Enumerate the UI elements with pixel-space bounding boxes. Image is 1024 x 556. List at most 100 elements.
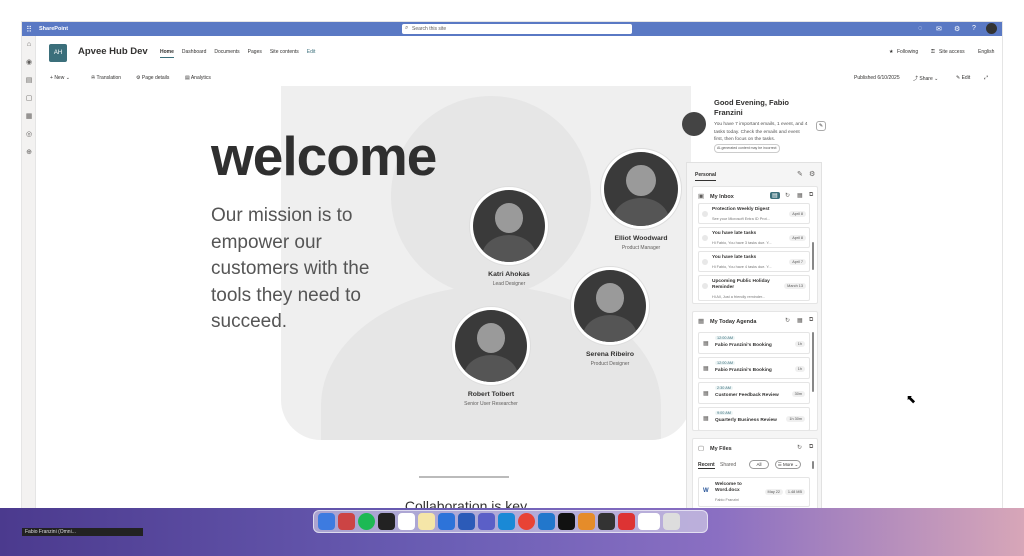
calculator-icon[interactable] (598, 513, 615, 530)
app-name[interactable]: SharePoint (39, 26, 68, 32)
item-snippet: See your Microsoft Entra ID Prot... (712, 217, 770, 221)
edge-icon[interactable] (498, 513, 515, 530)
settings-icon[interactable]: ⚙ (809, 170, 815, 178)
person-photo (574, 270, 646, 342)
outlook-icon[interactable]: ▤ (770, 192, 780, 199)
outlook-icon[interactable] (458, 513, 475, 530)
trash-icon[interactable] (663, 513, 680, 530)
open-external-icon[interactable]: ⧉ (809, 444, 813, 451)
list-item[interactable]: Protection Weekly Digest See your Microso… (698, 203, 810, 224)
nav-pages[interactable]: Pages (248, 49, 262, 58)
greeting-title: Good Evening, Fabio Franzini (714, 98, 789, 117)
share-button[interactable]: ⤴ Share ⌄ (913, 75, 938, 82)
translation-button[interactable]: ✇ Translation (91, 75, 121, 81)
site-logo[interactable]: AH (49, 44, 67, 62)
lists-icon[interactable]: ▦ (22, 108, 36, 126)
files-icon[interactable]: ▢ (22, 90, 36, 108)
nav-home[interactable]: Home (160, 49, 174, 58)
search-box[interactable]: ⌕ Search this site (402, 24, 632, 34)
team-member-card[interactable]: Robert Tolbert Senior User Researcher (431, 306, 551, 407)
scrollbar[interactable] (812, 242, 814, 270)
teams-icon[interactable] (478, 513, 495, 530)
filter-all[interactable]: All (749, 460, 769, 469)
language-selector[interactable]: English (978, 49, 994, 55)
list-item[interactable]: Upcoming Public Holiday Reminder Hi All, … (698, 275, 810, 301)
tab-personal[interactable]: Personal (695, 172, 717, 181)
file-item[interactable]: W Welcome to Word.docx Fabio Franzini Ma… (698, 477, 810, 507)
apps-icon[interactable]: ◎ (22, 126, 36, 144)
refresh-icon[interactable]: ↻ (785, 317, 790, 324)
open-external-icon[interactable]: ⧉ (809, 192, 813, 199)
photo-app-icon[interactable] (618, 513, 635, 530)
team-member-card[interactable]: Katri Ahokas Lead Designer (465, 186, 553, 287)
nav-documents[interactable]: Documents (214, 49, 239, 58)
greeting-message: You have 7 important emails, 1 event, an… (714, 122, 808, 142)
spotify-icon[interactable] (358, 513, 375, 530)
create-icon[interactable]: ⊕ (22, 144, 36, 162)
scrollbar[interactable] (812, 332, 814, 392)
list-item[interactable]: ▦ 2:30 AM Customer Feedback Review 30m (698, 382, 810, 404)
tasks-icon[interactable] (438, 513, 455, 530)
open-external-icon[interactable]: ⧉ (809, 317, 813, 324)
globe-icon[interactable]: ◉ (22, 54, 36, 72)
user-avatar[interactable] (986, 23, 997, 34)
list-item[interactable]: ▦ 9:00 AM Quarterly Business Review 1h 30m (698, 407, 810, 430)
home-icon[interactable]: ⌂ (22, 36, 36, 54)
calendar-icon[interactable]: ▦ (797, 192, 803, 199)
file-name: Welcome to Word.docx (715, 482, 742, 493)
refresh-icon[interactable]: ↻ (797, 444, 802, 451)
edit-icon[interactable]: ✎ (797, 170, 803, 178)
left-app-rail: ⌂ ◉ ▤ ▢ ▦ ◎ ⊕ (22, 36, 36, 532)
list-item[interactable]: You have late tasks Hi Fabio, You have 3 … (698, 227, 810, 248)
app-launcher-icon[interactable]: ⠿ (22, 22, 36, 36)
finder-icon[interactable] (318, 513, 335, 530)
analytics-button[interactable]: ▤ Analytics (185, 75, 211, 81)
list-item[interactable]: You have late tasks Hi Fabio, You have 4 … (698, 251, 810, 272)
chatgpt-icon[interactable] (378, 513, 395, 530)
browser-window: ⠿ SharePoint ⌕ Search this site ◌ ✉ ⚙ ? … (22, 22, 1002, 532)
greeting-summary: You have 7 important emails, 1 event, an… (714, 121, 810, 153)
team-member-card[interactable]: Serena Ribeiro Product Designer (560, 266, 660, 367)
nav-edit[interactable]: Edit (307, 49, 316, 58)
scrollbar[interactable] (812, 461, 814, 469)
tab-shared[interactable]: Shared (720, 462, 736, 468)
notes-icon[interactable] (418, 513, 435, 530)
refresh-icon[interactable]: ↻ (785, 192, 790, 199)
site-title[interactable]: Apvee Hub Dev (78, 46, 148, 57)
pencil-app-icon[interactable] (578, 513, 595, 530)
team-member-card[interactable]: Elliot Woodward Product Manager (595, 148, 687, 251)
vscode-icon[interactable] (538, 513, 555, 530)
settings-icon[interactable]: ⚙ (954, 25, 960, 33)
list-item[interactable]: ▦ 12:00 AM Fabio Franzini's Booking 1h (698, 357, 810, 379)
expand-icon[interactable]: ⤢ (984, 75, 988, 81)
openai-icon[interactable] (398, 513, 415, 530)
help-icon[interactable]: ? (972, 25, 976, 32)
list-item[interactable]: ▦ 12:00 AM Fabio Franzini's Booking 1h (698, 332, 810, 354)
tab-recent[interactable]: Recent (698, 462, 715, 469)
star-icon: ★ (889, 49, 894, 55)
terminal-icon[interactable] (558, 513, 575, 530)
nav-dashboard[interactable]: Dashboard (182, 49, 206, 58)
page-details-button[interactable]: ⚙ Page details (136, 75, 169, 81)
site-access-button[interactable]: Site access (939, 49, 965, 55)
megaphone-icon[interactable]: ✉ (936, 25, 942, 33)
chrome-icon[interactable] (518, 513, 535, 530)
event-icon: ▦ (703, 416, 709, 422)
launchpad-icon[interactable] (338, 513, 355, 530)
ai-disclaimer: AI-generated content may be incorrect (714, 143, 780, 153)
more-filter[interactable]: ☰ More ⌄ (775, 460, 801, 469)
word-icon: W (703, 488, 709, 494)
window-preview-icon[interactable] (638, 513, 660, 530)
chat-icon[interactable]: ◌ (918, 25, 922, 32)
nav-site-contents[interactable]: Site contents (270, 49, 299, 58)
copilot-icon[interactable]: ✎ (816, 121, 826, 131)
edit-button[interactable]: ✎ Edit (956, 75, 970, 81)
translation-label: Translation (96, 75, 122, 81)
person-photo (455, 310, 527, 382)
news-icon[interactable]: ▤ (22, 72, 36, 90)
member-name: Serena Ribeiro (586, 351, 634, 358)
following-button[interactable]: Following (897, 49, 918, 55)
new-button[interactable]: + New ⌄ (50, 75, 70, 81)
calendar-icon[interactable]: ▦ (797, 317, 803, 324)
item-title: Upcoming Public Holiday Reminder (712, 279, 770, 290)
